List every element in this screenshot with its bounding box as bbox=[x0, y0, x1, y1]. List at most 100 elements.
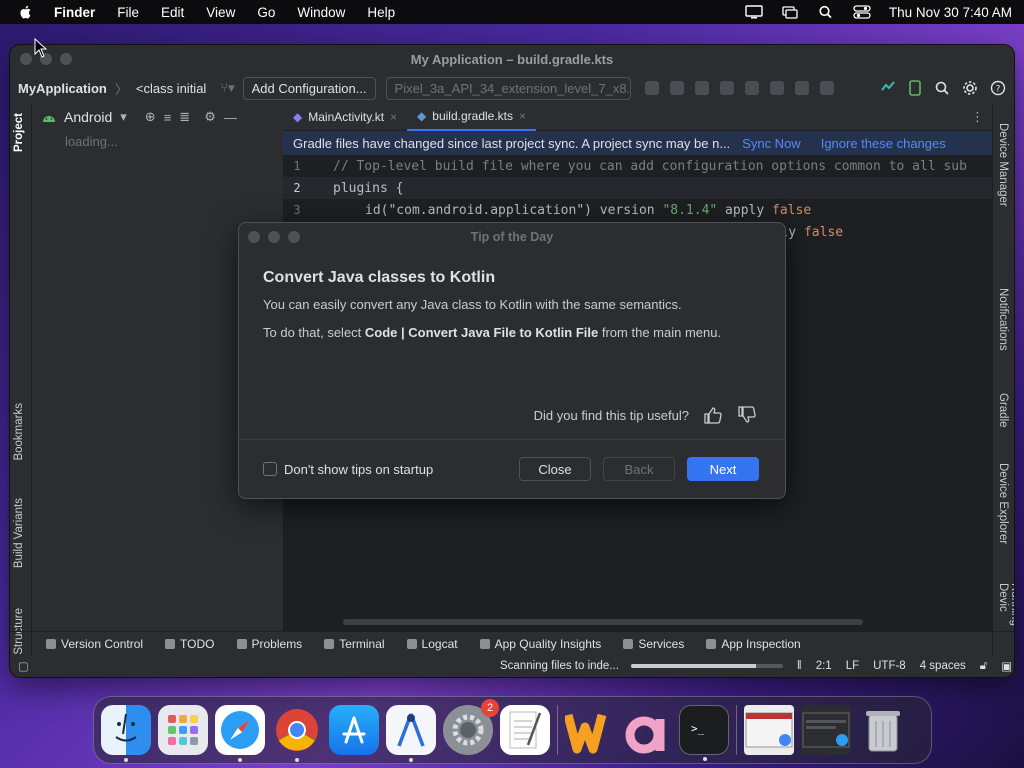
dialog-close-dot[interactable] bbox=[248, 231, 260, 243]
screen-mirroring-icon[interactable] bbox=[781, 5, 799, 19]
panel-options-icon[interactable]: ⚙ bbox=[204, 109, 216, 125]
background-task-label[interactable]: Scanning files to inde... bbox=[500, 660, 619, 672]
dock-safari[interactable] bbox=[215, 705, 265, 762]
thumbs-down-icon[interactable] bbox=[737, 406, 757, 424]
close-window-button[interactable] bbox=[20, 53, 32, 65]
hide-panel-icon[interactable]: — bbox=[224, 110, 237, 125]
close-tab-icon[interactable]: × bbox=[390, 110, 397, 124]
vcs-icon[interactable]: ⑂▾ bbox=[220, 80, 234, 96]
dont-show-tips-label[interactable]: Don't show tips on startup bbox=[284, 462, 433, 477]
apple-icon[interactable] bbox=[18, 4, 34, 20]
dock-app-store[interactable] bbox=[329, 705, 379, 755]
dock-trash[interactable] bbox=[858, 705, 908, 755]
search-icon[interactable] bbox=[817, 5, 835, 19]
attach-debugger-icon[interactable] bbox=[744, 81, 759, 95]
tool-problems[interactable]: Problems bbox=[236, 637, 302, 651]
tool-version-control[interactable]: Version Control bbox=[46, 637, 143, 651]
apply-changes-icon[interactable] bbox=[794, 81, 809, 95]
rerun-icon[interactable] bbox=[669, 81, 684, 95]
control-center-icon[interactable] bbox=[853, 5, 871, 19]
collapse-all-icon[interactable]: ≣ bbox=[179, 109, 190, 125]
chevron-down-icon[interactable]: ▾ bbox=[120, 109, 127, 125]
tool-tab-notifications[interactable]: Notifications bbox=[997, 288, 1009, 351]
next-button[interactable]: Next bbox=[687, 457, 759, 481]
bottom-tool-bar: Version Control TODO Problems Terminal L… bbox=[10, 631, 1014, 655]
back-button[interactable]: Back bbox=[603, 457, 675, 481]
run-icon[interactable] bbox=[644, 81, 659, 95]
dock-textedit[interactable] bbox=[500, 705, 550, 755]
tool-app-quality-insights[interactable]: App Quality Insights bbox=[479, 637, 601, 651]
device-selector[interactable]: Pixel_3a_API_34_extension_level_7_x8... bbox=[385, 76, 631, 100]
zoom-window-button[interactable] bbox=[60, 53, 72, 65]
tab-mainactivity[interactable]: ◆ MainActivity.kt × bbox=[283, 103, 407, 131]
tool-terminal[interactable]: Terminal bbox=[324, 637, 385, 651]
layout-toggle-icon[interactable]: ▢ bbox=[18, 659, 29, 673]
settings-gear-icon[interactable] bbox=[962, 80, 978, 96]
tool-todo[interactable]: TODO bbox=[165, 637, 215, 651]
profile-icon[interactable] bbox=[769, 81, 784, 95]
tab-label: MainActivity.kt bbox=[308, 109, 385, 124]
tool-tab-gradle[interactable]: Gradle bbox=[997, 393, 1009, 428]
menu-help[interactable]: Help bbox=[367, 5, 395, 20]
thumbs-up-icon[interactable] bbox=[703, 406, 723, 424]
sync-gradle-icon[interactable] bbox=[880, 80, 896, 96]
file-encoding[interactable]: UTF-8 bbox=[873, 660, 906, 672]
menu-view[interactable]: View bbox=[206, 5, 235, 20]
select-opened-file-icon[interactable]: ⊕ bbox=[145, 109, 156, 125]
caret-position[interactable]: 2:1 bbox=[816, 660, 832, 672]
ignore-changes-link[interactable]: Ignore these changes bbox=[821, 136, 946, 151]
tabs-more-icon[interactable]: ⋮ bbox=[971, 109, 984, 125]
indent-setting[interactable]: 4 spaces bbox=[920, 660, 966, 672]
tool-tab-project[interactable]: Project bbox=[13, 113, 25, 152]
menu-edit[interactable]: Edit bbox=[161, 5, 184, 20]
dialog-zoom-dot[interactable] bbox=[288, 231, 300, 243]
close-button[interactable]: Close bbox=[519, 457, 591, 481]
search-everywhere-icon[interactable] bbox=[934, 80, 950, 96]
expand-all-icon[interactable]: ≡ bbox=[164, 110, 172, 125]
dock-system-settings[interactable]: 2 bbox=[443, 699, 499, 755]
tool-tab-build-variants[interactable]: Build Variants bbox=[13, 498, 25, 568]
lock-icon[interactable]: 🔓︎ bbox=[980, 660, 987, 673]
dock-launchpad[interactable] bbox=[158, 705, 208, 755]
menu-window[interactable]: Window bbox=[297, 5, 345, 20]
run-controls bbox=[644, 81, 834, 95]
line-separator[interactable]: LF bbox=[846, 660, 859, 672]
tool-services[interactable]: Services bbox=[623, 637, 684, 651]
dock-chrome[interactable] bbox=[272, 705, 322, 762]
add-configuration-button[interactable]: Add Configuration... bbox=[242, 76, 376, 100]
dont-show-tips-checkbox[interactable] bbox=[263, 462, 277, 476]
close-tab-icon[interactable]: × bbox=[519, 109, 526, 123]
tool-tab-device-explorer[interactable]: Device Explorer bbox=[997, 463, 1009, 544]
device-mirror-icon[interactable] bbox=[908, 80, 922, 96]
tool-app-inspection[interactable]: App Inspection bbox=[706, 637, 801, 651]
dock-terminal[interactable]: >_ bbox=[679, 705, 729, 761]
project-name[interactable]: MyApplication bbox=[18, 81, 107, 96]
dock-app-wa-w[interactable] bbox=[565, 705, 615, 755]
tab-build-gradle[interactable]: ◆ build.gradle.kts × bbox=[407, 103, 537, 131]
menu-app-finder[interactable]: Finder bbox=[54, 5, 95, 20]
menu-file[interactable]: File bbox=[117, 5, 139, 20]
dock-minimized-window-2[interactable] bbox=[801, 705, 851, 755]
display-icon[interactable] bbox=[745, 5, 763, 19]
dialog-minimize-dot[interactable] bbox=[268, 231, 280, 243]
tool-tab-device-manager[interactable]: Device Manager bbox=[997, 123, 1009, 207]
menu-go[interactable]: Go bbox=[257, 5, 275, 20]
debug-icon[interactable] bbox=[719, 81, 734, 95]
tool-tab-bookmarks[interactable]: Bookmarks bbox=[13, 403, 25, 461]
class-selector[interactable]: <class initial bbox=[136, 81, 206, 96]
horizontal-scrollbar[interactable] bbox=[343, 619, 863, 625]
dock-minimized-window-1[interactable] bbox=[744, 705, 794, 755]
dock-app-wa-a[interactable] bbox=[622, 705, 672, 755]
project-view-selector[interactable]: Android bbox=[64, 109, 112, 125]
menubar-clock[interactable]: Thu Nov 30 7:40 AM bbox=[889, 5, 1012, 20]
coverage-icon[interactable] bbox=[694, 81, 709, 95]
pause-icon[interactable]: ‖ bbox=[797, 660, 802, 672]
notifications-icon[interactable]: ▣ bbox=[1001, 659, 1012, 673]
breadcrumb-separator-icon: 〉 bbox=[114, 81, 128, 97]
dock-finder[interactable] bbox=[101, 705, 151, 762]
tool-logcat[interactable]: Logcat bbox=[406, 637, 458, 651]
sync-now-link[interactable]: Sync Now bbox=[742, 136, 801, 151]
stop-icon[interactable] bbox=[819, 81, 834, 95]
dock-instruments[interactable] bbox=[386, 705, 436, 762]
help-icon[interactable]: ? bbox=[990, 80, 1006, 96]
